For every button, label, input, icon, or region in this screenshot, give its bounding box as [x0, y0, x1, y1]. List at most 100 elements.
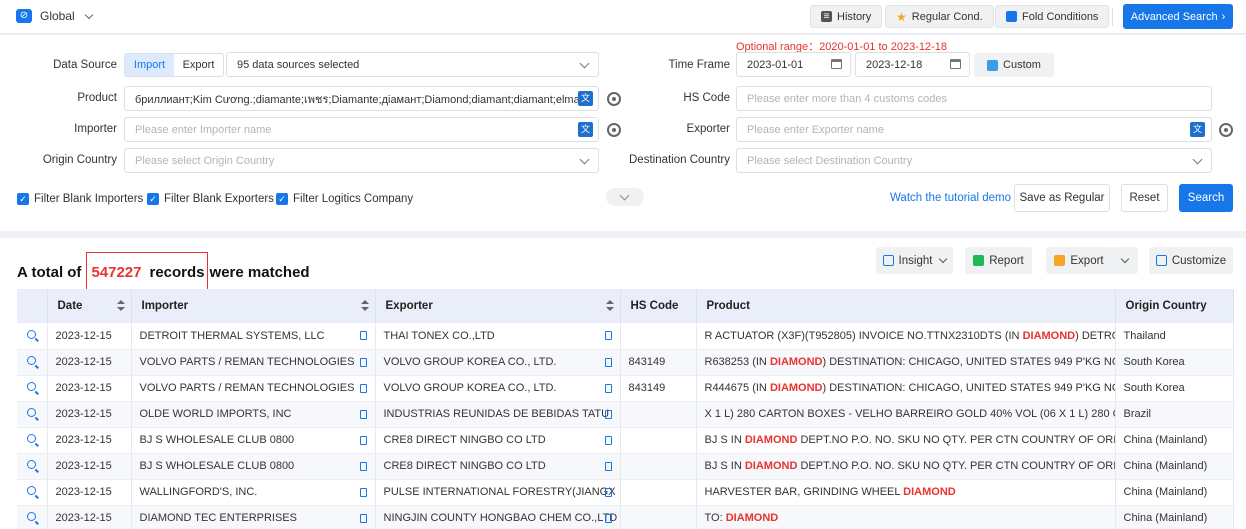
copy-icon[interactable]	[359, 409, 367, 419]
report-button[interactable]: Report	[965, 247, 1032, 274]
copy-icon[interactable]	[359, 487, 367, 497]
importer-cell[interactable]: BJ S WHOLESALE CLUB 0800	[131, 453, 376, 480]
translate-icon[interactable]: 文	[1190, 122, 1205, 137]
expand-filters-toggle[interactable]	[606, 188, 644, 206]
export-dropdown-button[interactable]	[1112, 247, 1138, 274]
filter-blank-importers-checkbox[interactable]: ✓ Filter Blank Importers	[17, 193, 143, 205]
date-from-input[interactable]: 2023-01-01	[736, 52, 851, 77]
detail-cell[interactable]	[17, 453, 48, 480]
exporter-name[interactable]: INDUSTRIAS REUNIDAS DE BEBIDAS TATU	[384, 408, 610, 420]
filter-logistics-checkbox[interactable]: ✓ Filter Logitics Company	[276, 193, 413, 205]
copy-icon[interactable]	[359, 357, 367, 367]
tutorial-link[interactable]: Watch the tutorial demo	[890, 192, 1011, 204]
import-tab[interactable]: Import	[125, 54, 174, 76]
table-row[interactable]: 2023-12-15 OLDE WORLD IMPORTS, INC INDUSTR…	[17, 401, 1234, 428]
export-button[interactable]: Export	[1046, 247, 1112, 274]
importer-cell[interactable]: OLDE WORLD IMPORTS, INC	[131, 401, 376, 428]
copy-icon[interactable]	[359, 331, 367, 340]
importer-name[interactable]: WALLINGFORD'S, INC.	[140, 486, 258, 498]
search-icon[interactable]	[27, 434, 37, 443]
exporter-name[interactable]: THAI TONEX CO.,LTD	[384, 330, 495, 342]
settings-icon[interactable]	[607, 92, 621, 106]
search-button[interactable]: Search	[1179, 184, 1233, 212]
reset-button[interactable]: Reset	[1121, 184, 1168, 212]
search-icon[interactable]	[27, 486, 37, 495]
exporter-name[interactable]: PULSE INTERNATIONAL FORESTRY(JIANGX	[384, 486, 616, 498]
custom-range-button[interactable]: Custom	[974, 53, 1054, 77]
detail-cell[interactable]	[17, 505, 48, 529]
customize-button[interactable]: Customize	[1149, 247, 1233, 274]
importer-cell[interactable]: VOLVO PARTS / REMAN TECHNOLOGIES	[131, 375, 376, 402]
importer-input[interactable]: Please enter Importer name	[124, 117, 599, 142]
detail-cell[interactable]	[17, 427, 48, 454]
exporter-name[interactable]: NINGJIN COUNTY HONGBAO CHEM CO.,LTD	[384, 512, 618, 524]
copy-icon[interactable]	[604, 383, 612, 393]
detail-cell[interactable]	[17, 479, 48, 506]
regular-cond-button[interactable]: ★ Regular Cond.	[885, 5, 994, 28]
copy-icon[interactable]	[359, 461, 367, 471]
importer-cell[interactable]: DETROIT THERMAL SYSTEMS, LLC	[131, 323, 376, 350]
hs-code-input[interactable]: Please enter more than 4 customs codes	[736, 86, 1212, 111]
detail-cell[interactable]	[17, 349, 48, 376]
exporter-cell[interactable]: INDUSTRIAS REUNIDAS DE BEBIDAS TATU	[375, 401, 621, 428]
importer-name[interactable]: OLDE WORLD IMPORTS, INC	[140, 408, 292, 420]
table-row[interactable]: 2023-12-15 BJ S WHOLESALE CLUB 0800 CRE8 D…	[17, 453, 1234, 480]
scope-selector[interactable]: ⊘ Global	[16, 9, 93, 23]
exporter-cell[interactable]: VOLVO GROUP KOREA CO., LTD.	[375, 375, 621, 402]
history-button[interactable]: ≡ History	[810, 5, 883, 28]
detail-cell[interactable]	[17, 375, 48, 402]
save-as-regular-button[interactable]: Save as Regular	[1014, 184, 1110, 212]
copy-icon[interactable]	[604, 461, 612, 471]
importer-name[interactable]: DETROIT THERMAL SYSTEMS, LLC	[140, 330, 325, 342]
table-row[interactable]: 2023-12-15 WALLINGFORD'S, INC. PULSE INTER…	[17, 479, 1234, 506]
importer-name[interactable]: VOLVO PARTS / REMAN TECHNOLOGIES	[140, 382, 355, 394]
export-tab[interactable]: Export	[174, 54, 223, 76]
settings-icon[interactable]	[607, 123, 621, 137]
copy-icon[interactable]	[604, 331, 612, 340]
advanced-search-button[interactable]: Advanced Search ›	[1123, 4, 1233, 29]
exporter-cell[interactable]: THAI TONEX CO.,LTD	[375, 323, 621, 350]
translate-icon[interactable]: 文	[578, 91, 593, 106]
importer-column-header[interactable]: Importer	[131, 289, 376, 323]
table-row[interactable]: 2023-12-15 DIAMOND TEC ENTERPRISES NINGJIN…	[17, 505, 1234, 529]
copy-icon[interactable]	[604, 409, 612, 419]
copy-icon[interactable]	[359, 435, 367, 445]
importer-name[interactable]: DIAMOND TEC ENTERPRISES	[140, 512, 298, 524]
exporter-input[interactable]: Please enter Exporter name	[736, 117, 1212, 142]
copy-icon[interactable]	[604, 357, 612, 367]
filter-blank-exporters-checkbox[interactable]: ✓ Filter Blank Exporters	[147, 193, 274, 205]
exporter-name[interactable]: CRE8 DIRECT NINGBO CO LTD	[384, 434, 546, 446]
detail-cell[interactable]	[17, 323, 48, 350]
importer-cell[interactable]: VOLVO PARTS / REMAN TECHNOLOGIES	[131, 349, 376, 376]
insight-button[interactable]: Insight	[876, 247, 953, 274]
table-row[interactable]: 2023-12-15 VOLVO PARTS / REMAN TECHNOLOGI…	[17, 349, 1234, 376]
exporter-cell[interactable]: CRE8 DIRECT NINGBO CO LTD	[375, 427, 621, 454]
search-icon[interactable]	[27, 512, 37, 521]
table-row[interactable]: 2023-12-15 BJ S WHOLESALE CLUB 0800 CRE8 D…	[17, 427, 1234, 454]
importer-cell[interactable]: WALLINGFORD'S, INC.	[131, 479, 376, 506]
search-icon[interactable]	[27, 382, 37, 391]
copy-icon[interactable]	[359, 383, 367, 393]
exporter-name[interactable]: VOLVO GROUP KOREA CO., LTD.	[384, 356, 557, 368]
importer-cell[interactable]: DIAMOND TEC ENTERPRISES	[131, 505, 376, 529]
product-input[interactable]: бриллиант;Kim Cương.;diamante;เพชร;Diama…	[124, 86, 599, 111]
settings-icon[interactable]	[1219, 123, 1233, 137]
search-icon[interactable]	[27, 460, 37, 469]
data-sources-select[interactable]: 95 data sources selected	[226, 52, 599, 77]
copy-icon[interactable]	[359, 513, 367, 523]
search-icon[interactable]	[27, 408, 37, 417]
date-column-header[interactable]: Date	[47, 289, 132, 323]
copy-icon[interactable]	[604, 487, 612, 497]
fold-conditions-button[interactable]: Fold Conditions	[995, 5, 1110, 28]
copy-icon[interactable]	[604, 513, 612, 523]
copy-icon[interactable]	[604, 435, 612, 445]
exporter-cell[interactable]: PULSE INTERNATIONAL FORESTRY(JIANGX	[375, 479, 621, 506]
exporter-cell[interactable]: CRE8 DIRECT NINGBO CO LTD	[375, 453, 621, 480]
exporter-name[interactable]: VOLVO GROUP KOREA CO., LTD.	[384, 382, 557, 394]
origin-country-select[interactable]: Please select Origin Country	[124, 148, 599, 173]
exporter-name[interactable]: CRE8 DIRECT NINGBO CO LTD	[384, 460, 546, 472]
table-row[interactable]: 2023-12-15 VOLVO PARTS / REMAN TECHNOLOGI…	[17, 375, 1234, 402]
exporter-cell[interactable]: NINGJIN COUNTY HONGBAO CHEM CO.,LTD	[375, 505, 621, 529]
date-to-input[interactable]: 2023-12-18	[855, 52, 970, 77]
detail-cell[interactable]	[17, 401, 48, 428]
